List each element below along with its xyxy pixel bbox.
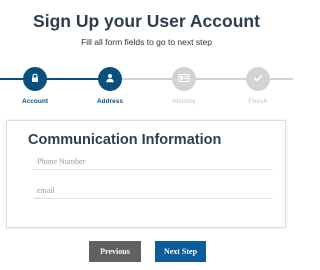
form-card: Communication Information (6, 120, 286, 228)
phone-number-input[interactable] (33, 154, 273, 170)
progress-line-completed (0, 78, 110, 80)
check-icon (253, 70, 263, 88)
user-icon (105, 70, 115, 88)
step-identity[interactable] (172, 67, 196, 91)
step-label-identity: Identity (172, 98, 196, 105)
step-label-address: Address (96, 98, 123, 105)
lock-icon (30, 70, 40, 88)
previous-button[interactable]: Previous (89, 241, 141, 262)
id-card-icon (178, 70, 190, 88)
step-address[interactable] (98, 67, 122, 91)
page-title: Sign Up your User Account (33, 11, 260, 31)
form-section-title: Communication Information (28, 132, 222, 148)
email-input[interactable] (33, 183, 273, 199)
step-finish[interactable] (246, 67, 270, 91)
step-label-finish: Finish (248, 98, 268, 105)
step-account[interactable] (23, 67, 47, 91)
step-label-account: Account (22, 98, 48, 105)
page-subtitle: Fill all form fields to go to next step (81, 37, 212, 47)
next-step-button[interactable]: Next Step (155, 241, 206, 262)
